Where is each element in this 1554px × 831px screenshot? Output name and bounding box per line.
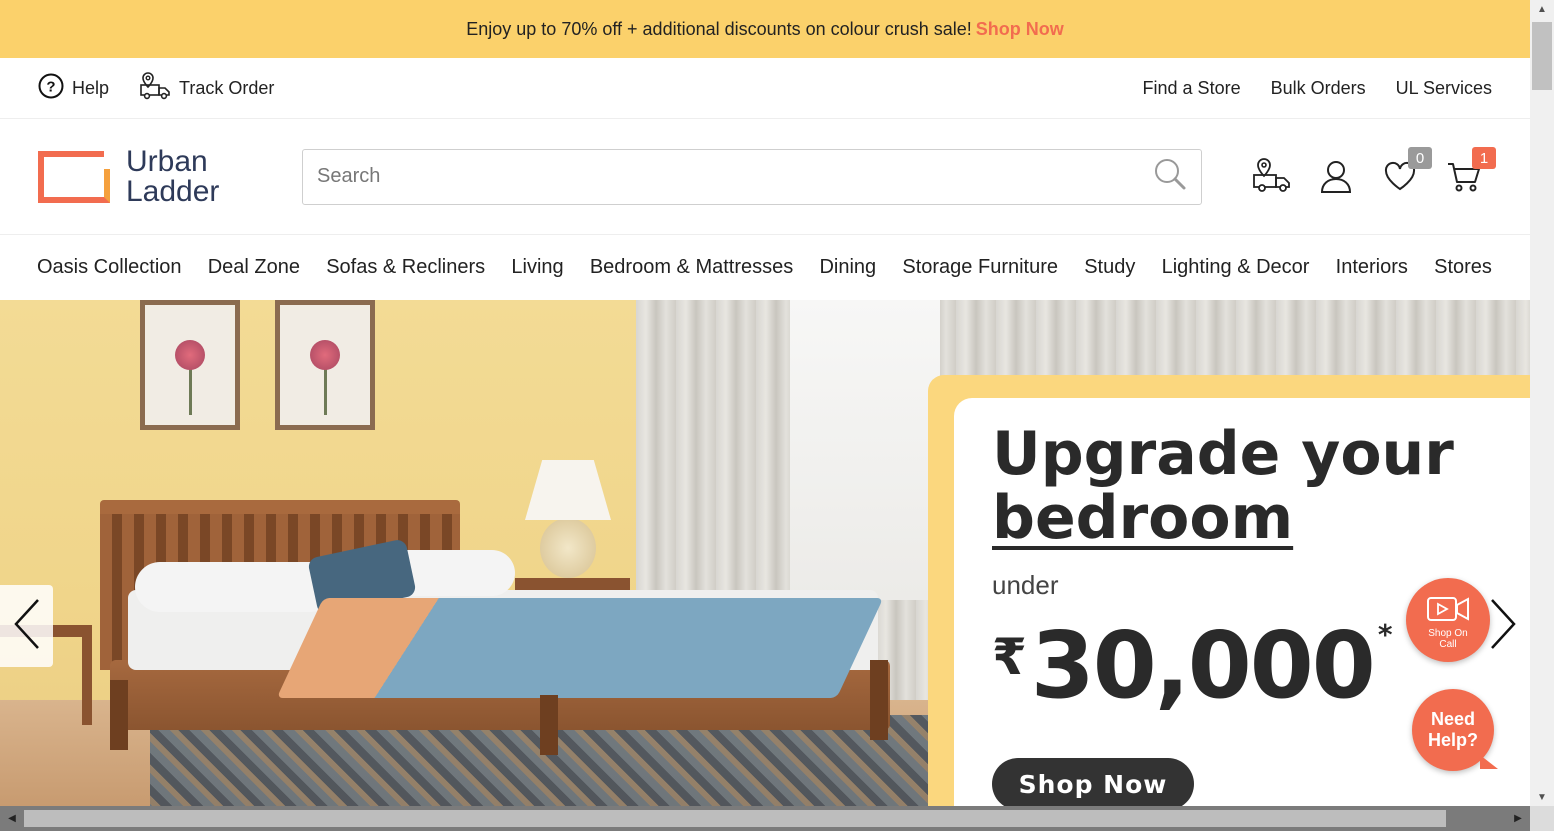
category-interiors[interactable]: Interiors [1336,256,1408,279]
category-bedroom-mattresses[interactable]: Bedroom & Mattresses [590,256,793,279]
category-nav: Oasis Collection Deal Zone Sofas & Recli… [0,235,1530,299]
need-help-label: Need Help? [1428,709,1478,751]
need-help-line-2: Help? [1427,730,1478,750]
utility-bar: ? Help Track Order Find a Store Bulk Ord… [0,58,1530,119]
promo-shop-now-link[interactable]: Shop Now [976,19,1064,40]
promo-price: ₹ 30,000 * [992,612,1393,719]
horizontal-scrollbar[interactable]: ◀ ▶ [0,806,1530,831]
promo-text: Enjoy up to 70% off + additional discoun… [466,18,972,39]
category-deal-zone[interactable]: Deal Zone [208,256,300,279]
ul-services-link[interactable]: UL Services [1396,78,1492,99]
logo-wordmark: Urban Ladder [126,144,220,208]
horizontal-scroll-thumb[interactable] [24,810,1446,827]
hero-shop-now-button[interactable]: Shop Now [992,758,1194,806]
help-label: Help [72,77,110,98]
promo-under-label: under [992,570,1059,600]
search-input[interactable] [317,165,1153,188]
logo-mark [38,150,110,203]
bulk-orders-link[interactable]: Bulk Orders [1271,78,1366,99]
price-asterisk: * [1377,618,1393,651]
shop-on-call-line-1: Shop On [1428,628,1468,639]
category-sofas-recliners[interactable]: Sofas & Recliners [326,256,485,279]
category-stores[interactable]: Stores [1434,256,1492,279]
carousel-prev-button[interactable] [0,585,53,667]
shop-on-call-label: Shop On Call [1406,628,1490,650]
scroll-right-arrow[interactable]: ▶ [1506,806,1530,831]
cart-count-badge: 1 [1472,147,1496,169]
headline-line-2: bedroom [992,483,1294,553]
page-viewport: Enjoy up to 70% off + additional discoun… [0,0,1530,806]
category-storage-furniture[interactable]: Storage Furniture [902,256,1058,279]
header-icons: 0 1 [1252,147,1496,200]
track-order-label: Track Order [179,77,275,98]
video-call-icon [1426,594,1470,629]
vertical-scrollbar[interactable]: ▲ ▼ [1530,0,1554,806]
scroll-left-arrow[interactable]: ◀ [0,806,24,831]
truck-icon [139,71,171,106]
main-header: Urban Ladder Search 0 1 [0,119,1530,235]
search-icon[interactable] [1153,157,1187,196]
logo-line-2: Ladder [126,174,220,208]
need-help-button[interactable]: Need Help? [1412,689,1494,771]
wishlist-count-badge: 0 [1408,147,1432,169]
shop-on-call-line-2: Call [1439,639,1457,650]
currency-symbol: ₹ [992,628,1027,686]
user-icon [1319,159,1353,198]
help-link[interactable]: ? Help [38,73,109,104]
svg-text:?: ? [46,78,55,95]
help-icon: ? [38,73,64,104]
shop-on-call-button[interactable]: Shop On Call [1406,578,1490,662]
wishlist-button[interactable]: 0 [1380,147,1432,197]
category-living[interactable]: Living [511,256,563,279]
store-locator-button[interactable] [1252,157,1292,200]
vertical-scroll-thumb[interactable] [1532,22,1552,90]
scroll-up-arrow[interactable]: ▲ [1530,0,1554,18]
account-button[interactable] [1316,159,1356,197]
category-study[interactable]: Study [1084,256,1135,279]
search-box [302,148,1202,205]
cart-button[interactable]: 1 [1444,147,1496,197]
category-oasis-collection[interactable]: Oasis Collection [37,256,182,279]
headline-line-1: Upgrade your [992,419,1454,489]
category-dining[interactable]: Dining [819,256,876,279]
chevron-right-icon [1488,596,1518,657]
scrollbar-corner [1530,806,1554,831]
chevron-left-icon [12,596,42,657]
price-value: 30,000 [1030,612,1376,719]
need-help-line-1: Need [1430,709,1475,729]
delivery-truck-icon [1252,157,1292,200]
find-store-link[interactable]: Find a Store [1143,78,1241,99]
track-order-link[interactable]: Track Order [139,71,274,106]
category-lighting-decor[interactable]: Lighting & Decor [1162,256,1310,279]
scroll-down-arrow[interactable]: ▼ [1530,788,1554,806]
promo-bar: Enjoy up to 70% off + additional discoun… [0,0,1530,58]
urban-ladder-logo[interactable]: Urban Ladder [38,144,302,208]
logo-line-1: Urban [126,144,208,178]
promo-headline: Upgrade your bedroom [992,422,1454,550]
